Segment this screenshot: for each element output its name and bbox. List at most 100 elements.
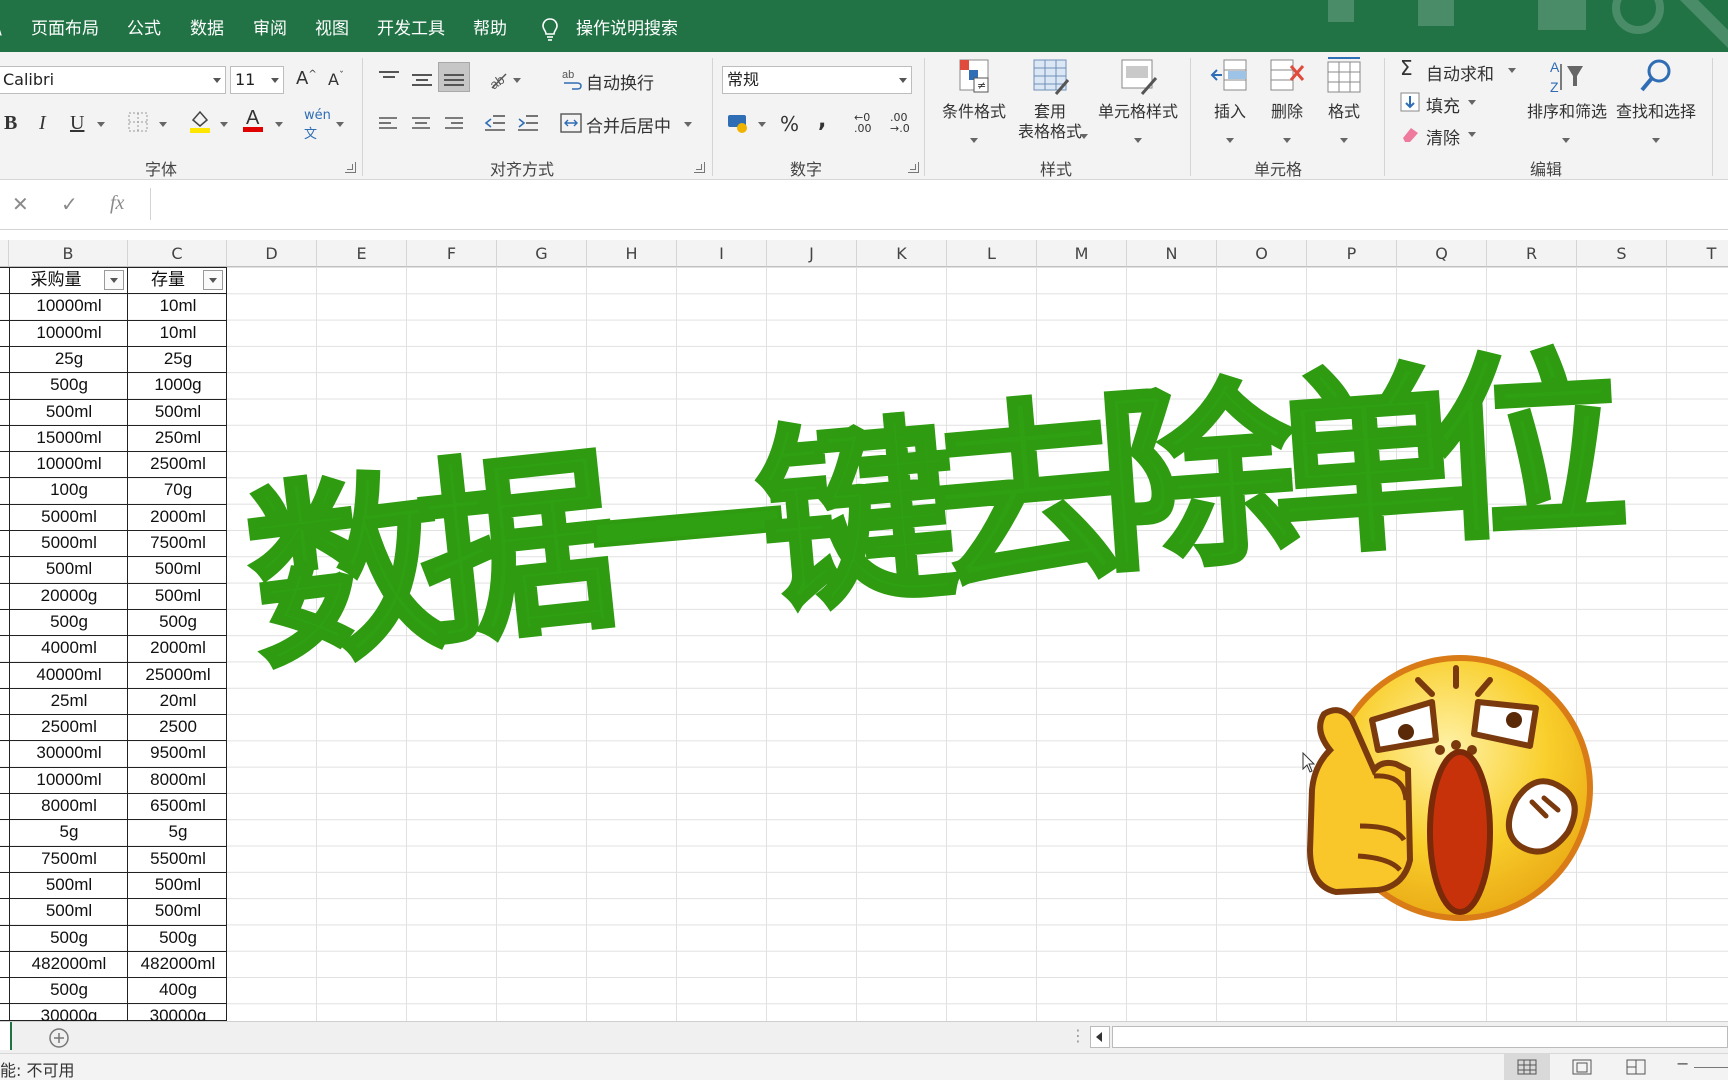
zoom-slider[interactable] xyxy=(1694,1067,1728,1068)
column-header-t[interactable]: T xyxy=(1667,240,1728,267)
table-cell-stock[interactable]: 25g xyxy=(128,346,228,372)
column-header-g[interactable]: G xyxy=(497,240,587,267)
chevron-down-icon[interactable] xyxy=(758,122,766,127)
column-header-k[interactable]: K xyxy=(857,240,947,267)
table-cell-purchase[interactable]: 500ml xyxy=(10,556,128,582)
align-center-icon[interactable] xyxy=(411,116,431,130)
orientation-icon[interactable]: ab xyxy=(486,68,508,90)
table-cell-purchase[interactable]: 25g xyxy=(10,346,128,372)
table-cell-stock[interactable]: 2000ml xyxy=(128,504,228,530)
table-cell-purchase[interactable]: 5000ml xyxy=(10,530,128,556)
table-cell-purchase[interactable]: 15000ml xyxy=(10,425,128,451)
column-header-a-partial[interactable] xyxy=(0,240,9,267)
tell-me-search[interactable]: 操作说明搜索 xyxy=(576,0,678,52)
tab-review[interactable]: 审阅 xyxy=(253,0,287,52)
fill-color-icon[interactable] xyxy=(188,108,212,134)
normal-view-button[interactable] xyxy=(1504,1054,1550,1080)
table-cell-stock[interactable]: 1000g xyxy=(128,372,228,398)
insert-cells-button[interactable]: 插入 xyxy=(1208,56,1252,143)
number-dialog-launcher-icon[interactable] xyxy=(908,162,919,173)
fill-button[interactable]: 填充 xyxy=(1426,92,1460,117)
column-header-r[interactable]: R xyxy=(1487,240,1577,267)
table-cell-purchase[interactable]: 482000ml xyxy=(10,951,128,977)
format-cells-button[interactable]: 格式 xyxy=(1322,56,1366,143)
table-cell-purchase[interactable]: 500g xyxy=(10,372,128,398)
cell-styles-button[interactable]: 单元格样式 xyxy=(1094,56,1182,143)
chevron-down-icon[interactable] xyxy=(1080,134,1088,139)
enter-check-icon[interactable]: ✓ xyxy=(61,192,78,216)
merge-center-button[interactable]: 合并后居中 xyxy=(586,112,671,137)
font-name-combo[interactable]: Calibri xyxy=(0,66,226,94)
column-header-j[interactable]: J xyxy=(767,240,857,267)
chevron-down-icon[interactable] xyxy=(513,78,521,83)
column-header-s[interactable]: S xyxy=(1577,240,1667,267)
table-cell-stock[interactable]: 2000ml xyxy=(128,635,228,661)
align-top-icon[interactable] xyxy=(378,70,400,86)
alignment-dialog-launcher-icon[interactable] xyxy=(694,162,705,173)
page-layout-view-icon[interactable] xyxy=(1572,1059,1592,1075)
insert-function-icon[interactable]: fx xyxy=(110,192,124,215)
underline-icon[interactable]: U xyxy=(70,112,84,135)
table-cell-purchase[interactable]: 500ml xyxy=(10,872,128,898)
table-cell-purchase[interactable]: 10000ml xyxy=(10,451,128,477)
number-format-combo[interactable]: 常规 xyxy=(722,66,912,94)
table-cell-purchase[interactable]: 20000g xyxy=(10,583,128,609)
conditional-formatting-button[interactable]: ≠ 条件格式 xyxy=(934,56,1014,143)
cancel-icon[interactable]: ✕ xyxy=(12,192,29,216)
table-cell-purchase[interactable]: 500ml xyxy=(10,399,128,425)
delete-cells-button[interactable]: 删除 xyxy=(1265,56,1309,143)
table-cell-stock[interactable]: 500ml xyxy=(128,556,228,582)
table-cell-purchase[interactable]: 40000ml xyxy=(10,662,128,688)
tab-formulas[interactable]: 公式 xyxy=(127,0,161,52)
column-header-h[interactable]: H xyxy=(587,240,677,267)
table-cell-stock[interactable]: 6500ml xyxy=(128,793,228,819)
wrap-text-icon[interactable]: ab xyxy=(561,68,583,90)
align-bottom-button[interactable] xyxy=(438,62,470,92)
table-cell-stock[interactable]: 20ml xyxy=(128,688,228,714)
chevron-down-icon[interactable] xyxy=(684,122,692,127)
table-cell-purchase[interactable]: 4000ml xyxy=(10,635,128,661)
clear-button[interactable]: 清除 xyxy=(1426,124,1460,149)
table-cell-stock[interactable]: 30000g xyxy=(128,1003,228,1021)
table-header-stock[interactable]: 存量 xyxy=(128,267,208,293)
table-cell-stock[interactable]: 482000ml xyxy=(128,951,228,977)
font-size-combo[interactable]: 11 xyxy=(230,66,284,94)
table-cell-stock[interactable]: 500ml xyxy=(128,399,228,425)
italic-icon[interactable]: I xyxy=(39,112,46,135)
wrap-text-button[interactable]: 自动换行 xyxy=(586,69,654,94)
percent-style-icon[interactable]: % xyxy=(780,112,799,136)
table-cell-stock[interactable]: 9500ml xyxy=(128,740,228,766)
column-header-c[interactable]: C xyxy=(128,240,227,267)
table-cell-stock[interactable]: 250ml xyxy=(128,425,228,451)
table-cell-purchase[interactable]: 10000ml xyxy=(10,320,128,346)
column-header-q[interactable]: Q xyxy=(1397,240,1487,267)
table-cell-purchase[interactable]: 500ml xyxy=(10,898,128,924)
table-cell-stock[interactable]: 10ml xyxy=(128,320,228,346)
table-cell-purchase[interactable]: 25ml xyxy=(10,688,128,714)
merge-center-icon[interactable] xyxy=(560,113,582,133)
table-cell-stock[interactable]: 5500ml xyxy=(128,846,228,872)
column-header-i[interactable]: I xyxy=(677,240,767,267)
add-sheet-icon[interactable] xyxy=(48,1027,70,1049)
autosum-icon[interactable]: Σ xyxy=(1400,56,1413,80)
comma-style-icon[interactable]: , xyxy=(818,108,826,133)
autosum-button[interactable]: 自动求和 xyxy=(1426,60,1494,85)
table-cell-purchase[interactable]: 5000ml xyxy=(10,504,128,530)
splitter-handle-icon[interactable]: ⋮ xyxy=(1070,1026,1086,1045)
table-header-purchase[interactable]: 采购量 xyxy=(10,267,102,293)
table-cell-stock[interactable]: 500g xyxy=(128,925,228,951)
increase-decimal-icon[interactable]: ←0.00 xyxy=(854,112,872,134)
fill-down-icon[interactable] xyxy=(1400,92,1420,112)
phonetic-guide-icon[interactable]: wén 文 xyxy=(304,108,331,142)
table-cell-purchase[interactable]: 30000ml xyxy=(10,740,128,766)
chevron-down-icon[interactable] xyxy=(336,122,344,127)
accounting-format-icon[interactable] xyxy=(726,112,750,134)
column-header-n[interactable]: N xyxy=(1127,240,1217,267)
format-as-table-button[interactable]: 套用 表格格式 xyxy=(1008,56,1092,142)
table-cell-purchase[interactable]: 100g xyxy=(10,477,128,503)
sheet-tab-active[interactable] xyxy=(0,1022,12,1050)
table-cell-purchase[interactable]: 500g xyxy=(10,925,128,951)
font-dialog-launcher-icon[interactable] xyxy=(345,162,356,173)
tab-page-layout[interactable]: 页面布局 xyxy=(31,0,99,52)
table-cell-purchase[interactable]: 8000ml xyxy=(10,793,128,819)
